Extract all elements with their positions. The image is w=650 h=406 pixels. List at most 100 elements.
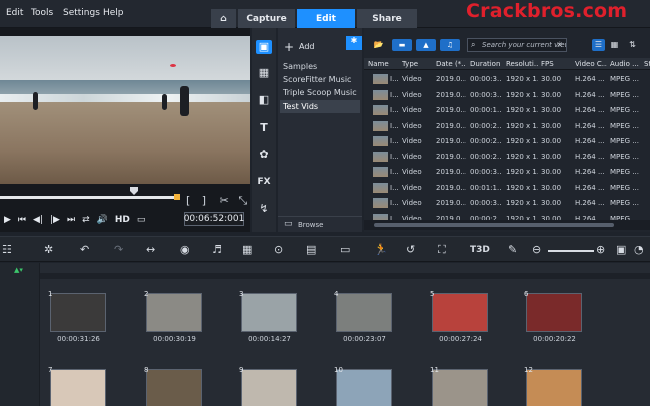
- storyboard-clip[interactable]: 8: [142, 365, 203, 406]
- storyboard-clip[interactable]: 12: [522, 365, 583, 406]
- import-folder-icon[interactable]: 📂: [372, 39, 385, 51]
- title-3d-icon[interactable]: T3D: [470, 245, 490, 255]
- multi-camera-icon[interactable]: ▭: [340, 243, 350, 256]
- zoom-in-icon[interactable]: ⊕: [596, 243, 605, 256]
- volume-icon[interactable]: 🔊: [97, 215, 108, 225]
- show-audio-icon[interactable]: ♫: [440, 39, 460, 51]
- record-icon[interactable]: ◉: [180, 243, 190, 256]
- clear-search-icon[interactable]: ×: [556, 39, 563, 51]
- timeline-view-icon[interactable]: ☷: [2, 243, 12, 256]
- hd-toggle[interactable]: HD: [115, 215, 130, 225]
- tools-icon[interactable]: ✲: [44, 243, 53, 256]
- graphics-icon[interactable]: ✿: [256, 148, 272, 162]
- fx-filter-icon[interactable]: FX: [256, 175, 272, 189]
- table-row[interactable]: I...Video 2019.0... 00:00:3... 1920 x 1...3…: [364, 87, 650, 102]
- tab-home[interactable]: ⌂: [211, 9, 236, 28]
- previous-frame-icon[interactable]: ◀|: [33, 215, 43, 225]
- list-view-icon[interactable]: ☰: [592, 39, 605, 51]
- column-fps[interactable]: FPS: [541, 60, 567, 68]
- redo-icon[interactable]: ↷: [114, 243, 123, 256]
- home-frame-icon[interactable]: ⏮: [18, 215, 26, 225]
- table-row[interactable]: I...Video 2019.0... 00:00:3... 1920 x 1...3…: [364, 164, 650, 179]
- play-icon[interactable]: ▶: [4, 215, 11, 225]
- column-status[interactable]: St: [644, 60, 650, 68]
- end-frame-icon[interactable]: ⏭: [67, 215, 75, 225]
- audio-mixer-icon[interactable]: ♬: [212, 243, 222, 256]
- show-videos-icon[interactable]: ▬: [392, 39, 412, 51]
- auto-music-icon[interactable]: ▦: [242, 243, 252, 256]
- mark-in-icon[interactable]: [: [186, 194, 190, 207]
- title-icon[interactable]: T: [256, 121, 272, 135]
- stabilize-icon[interactable]: ↺: [406, 243, 415, 256]
- menu-tools[interactable]: Tools: [31, 8, 53, 18]
- fit-timeline-icon[interactable]: ↔: [146, 243, 155, 256]
- table-row[interactable]: I...Video 2019.0... 00:00:2... 1920 x 1...3…: [364, 149, 650, 164]
- folder-item-scorefitter[interactable]: ScoreFitter Music: [280, 73, 360, 86]
- scrub-thumb[interactable]: [130, 187, 138, 195]
- horizontal-scrollbar[interactable]: [364, 220, 650, 230]
- storyboard-clip[interactable]: 6 00:00:20:22: [522, 289, 583, 343]
- table-row[interactable]: I...Video 2019.0... 00:00:2... 1920 x 1...3…: [364, 133, 650, 148]
- undo-icon[interactable]: ↶: [80, 243, 89, 256]
- transition-icon[interactable]: ◧: [256, 93, 272, 107]
- motion-path-icon[interactable]: ↯: [256, 202, 272, 216]
- tab-share[interactable]: Share: [357, 9, 417, 28]
- motion-tracking-icon[interactable]: ⊙: [274, 243, 283, 256]
- column-name[interactable]: Name: [368, 60, 394, 68]
- media-library-icon[interactable]: ▣: [256, 40, 272, 54]
- browse-button[interactable]: ▭ Browse: [278, 216, 362, 232]
- menu-help[interactable]: Help: [103, 8, 124, 18]
- storyboard-clip[interactable]: 1 00:00:31:26: [46, 289, 107, 343]
- column-video-codec[interactable]: Video C...: [575, 60, 607, 68]
- column-duration[interactable]: Duration: [470, 60, 504, 68]
- browse-folder-icon: ▭: [284, 219, 293, 229]
- storyboard-clip[interactable]: 9: [237, 365, 298, 406]
- folder-item-samples[interactable]: Samples: [280, 60, 360, 73]
- preview-video[interactable]: [0, 36, 250, 184]
- column-date[interactable]: Date (*...: [436, 60, 466, 68]
- show-photos-icon[interactable]: ▲: [416, 39, 436, 51]
- subtitle-editor-icon[interactable]: ▤: [306, 243, 316, 256]
- table-row[interactable]: I...Video 2019.0... 00:00:3... 1920 x 1...3…: [364, 195, 650, 210]
- search-input[interactable]: ⌕ Search your current view ×: [467, 38, 567, 52]
- column-resolution[interactable]: Resoluti...: [506, 60, 538, 68]
- folder-item-test-vids[interactable]: Test Vids: [280, 100, 360, 113]
- edit-check-icon[interactable]: ✎: [508, 243, 517, 256]
- column-type[interactable]: Type: [402, 60, 428, 68]
- split-icon[interactable]: ✂: [220, 194, 229, 207]
- column-audio-codec[interactable]: Audio ...: [610, 60, 640, 68]
- table-row[interactable]: I...Video 2019.0... 00:00:2... 1920 x 1...3…: [364, 118, 650, 133]
- storyboard-clip[interactable]: 7: [46, 365, 107, 406]
- add-folder-button[interactable]: + Add ✱: [278, 36, 362, 56]
- instant-project-icon[interactable]: ▦: [256, 66, 272, 80]
- crop-icon[interactable]: ⛶: [438, 243, 446, 257]
- storyboard-clip[interactable]: 10: [332, 365, 393, 406]
- timecode-display[interactable]: 00:06:52:001: [184, 212, 244, 226]
- storyboard-clip[interactable]: 4 00:00:23:07: [332, 289, 393, 343]
- tab-edit[interactable]: Edit: [297, 9, 355, 28]
- resize-icon[interactable]: ⤡: [238, 194, 247, 207]
- sort-icon[interactable]: ⇅: [626, 39, 639, 51]
- zoom-slider[interactable]: [548, 250, 594, 252]
- storyboard-clip[interactable]: 3 00:00:14:27: [237, 289, 298, 343]
- next-frame-icon[interactable]: |▶: [50, 215, 60, 225]
- zoom-out-icon[interactable]: ⊖: [532, 243, 541, 256]
- menu-settings[interactable]: Settings: [63, 8, 100, 18]
- fit-project-icon[interactable]: ▣: [616, 243, 626, 256]
- project-duration-icon[interactable]: ◔: [634, 243, 644, 256]
- time-remap-icon[interactable]: 🏃: [374, 243, 388, 256]
- repeat-icon[interactable]: ⇄: [82, 215, 90, 225]
- mark-out-icon[interactable]: ]: [202, 194, 206, 207]
- marker-icon[interactable]: ▲▾: [14, 266, 23, 274]
- thumbnail-view-icon[interactable]: ▦: [608, 39, 621, 51]
- table-row[interactable]: I...Video 2019.0... 00:00:3... 1920 x 1...3…: [364, 71, 650, 86]
- aspect-ratio-icon[interactable]: ▭: [137, 215, 146, 225]
- menu-edit[interactable]: Edit: [6, 8, 23, 18]
- storyboard-clip[interactable]: 5 00:00:27:24: [428, 289, 489, 343]
- tab-capture[interactable]: Capture: [238, 9, 295, 28]
- table-row[interactable]: I...Video 2019.0... 00:00:1... 1920 x 1...3…: [364, 102, 650, 117]
- table-row[interactable]: I...Video 2019.0... 00:01:1... 1920 x 1...3…: [364, 180, 650, 195]
- storyboard-clip[interactable]: 11: [428, 365, 489, 406]
- storyboard-clip[interactable]: 2 00:00:30:19: [142, 289, 203, 343]
- folder-item-triple-scoop[interactable]: Triple Scoop Music: [280, 86, 360, 99]
